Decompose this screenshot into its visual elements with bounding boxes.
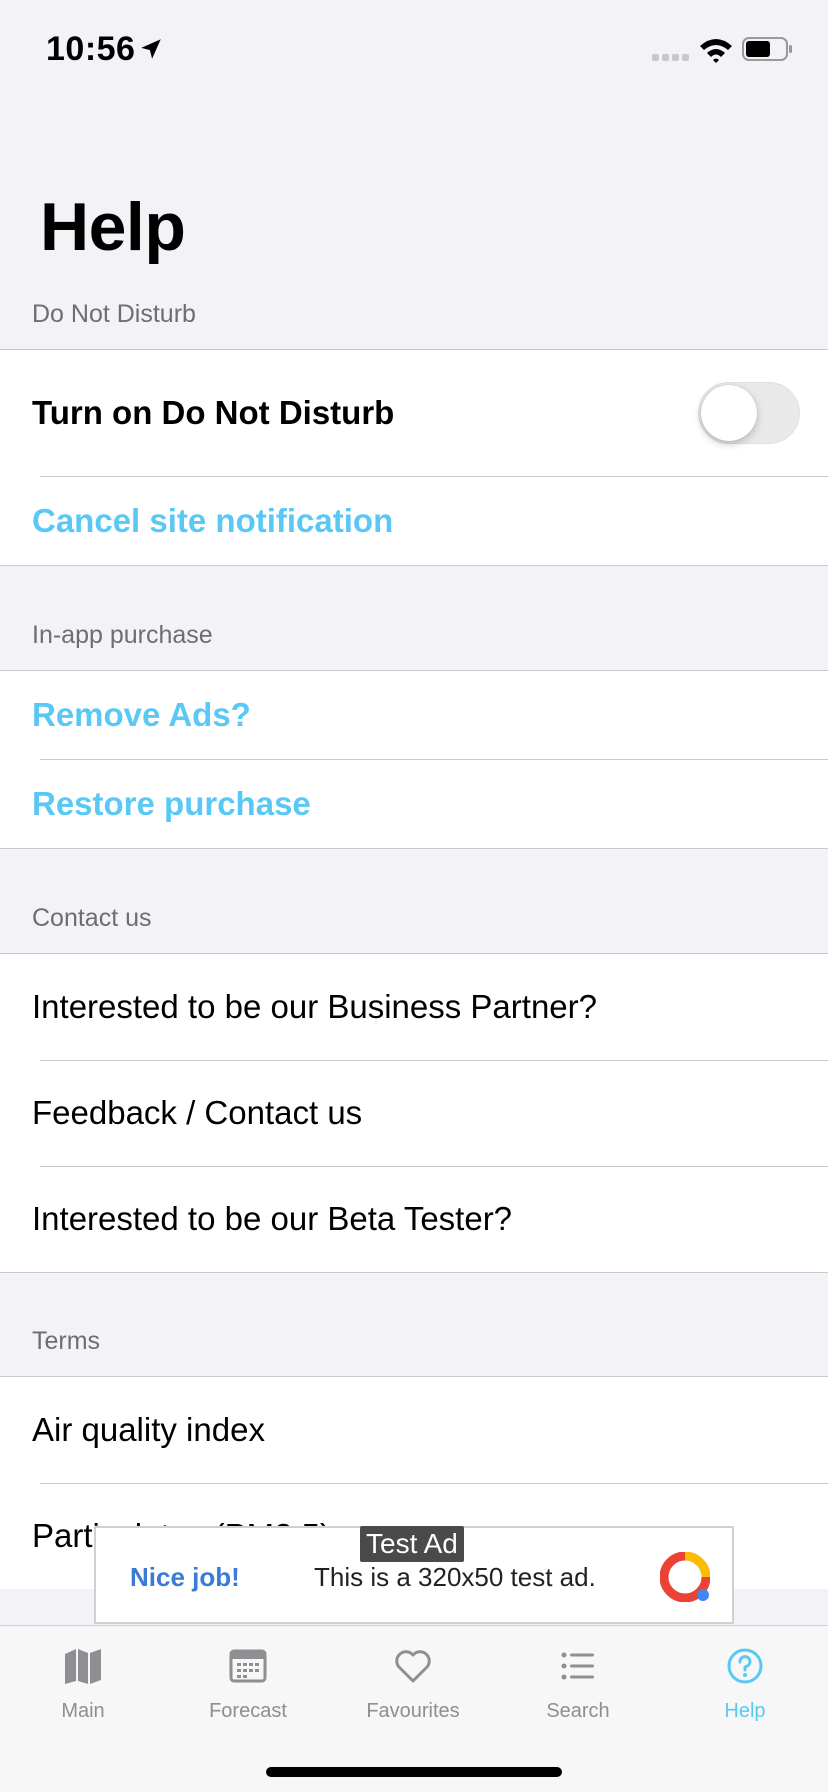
tab-main[interactable]: Main	[0, 1626, 166, 1736]
heart-icon	[395, 1650, 431, 1683]
map-icon	[65, 1649, 101, 1684]
toggle-knob	[701, 385, 757, 441]
contact-group: Interested to be our Business Partner? F…	[0, 953, 828, 1273]
contact-item-label: Interested to be our Beta Tester?	[32, 1200, 513, 1237]
location-arrow-icon	[141, 39, 161, 59]
help-screen: 10:56 Help Do Not Disturb Turn on Do Not…	[0, 0, 828, 1792]
question-icon	[727, 1648, 763, 1684]
status-time: 10:56	[46, 30, 136, 68]
dnd-toggle-row: Turn on Do Not Disturb	[0, 350, 828, 476]
section-header-contact: Contact us	[32, 904, 152, 932]
wifi-icon	[700, 39, 732, 63]
tab-search[interactable]: Search	[495, 1626, 661, 1736]
tab-label: Forecast	[209, 1700, 287, 1722]
cellular-signal-icon	[652, 54, 689, 61]
tab-favourites[interactable]: Favourites	[330, 1626, 496, 1736]
section-header-dnd: Do Not Disturb	[32, 300, 196, 328]
remove-ads-button[interactable]: Remove Ads?	[0, 671, 828, 759]
dnd-group: Turn on Do Not Disturb Cancel site notif…	[0, 349, 828, 566]
tab-label: Main	[61, 1700, 105, 1722]
calendar-icon	[229, 1649, 267, 1683]
remove-ads-label: Remove Ads?	[32, 696, 251, 733]
ad-banner[interactable]: Nice job! This is a 320x50 test ad. Test…	[94, 1526, 734, 1624]
contact-item-label: Feedback / Contact us	[32, 1094, 363, 1131]
contact-item-business-partner[interactable]: Interested to be our Business Partner?	[0, 954, 828, 1060]
dnd-toggle-switch[interactable]	[698, 382, 800, 444]
contact-item-label: Interested to be our Business Partner?	[32, 988, 597, 1025]
tab-label: Help	[724, 1700, 766, 1722]
status-bar: 10:56	[0, 0, 828, 100]
section-header-iap: In-app purchase	[32, 621, 213, 649]
section-header-terms: Terms	[32, 1327, 101, 1355]
battery-icon	[742, 37, 792, 61]
restore-purchase-button[interactable]: Restore purchase	[0, 759, 828, 848]
restore-purchase-label: Restore purchase	[32, 784, 311, 822]
contact-item-feedback[interactable]: Feedback / Contact us	[0, 1060, 828, 1166]
tab-label: Search	[546, 1700, 610, 1722]
terms-item-aqi[interactable]: Air quality index	[0, 1377, 828, 1483]
contact-item-beta-tester[interactable]: Interested to be our Beta Tester?	[0, 1166, 828, 1272]
test-ad-badge: Test Ad	[360, 1526, 464, 1562]
dnd-toggle-label: Turn on Do Not Disturb	[32, 394, 395, 431]
cancel-site-notification-label: Cancel site notification	[32, 501, 394, 539]
iap-group: Remove Ads? Restore purchase	[0, 670, 828, 849]
ad-nice-job-label: Nice job!	[130, 1562, 240, 1592]
page-title: Help	[40, 189, 186, 265]
home-indicator[interactable]	[266, 1767, 562, 1777]
cancel-site-notification-button[interactable]: Cancel site notification	[0, 476, 828, 565]
tab-label: Favourites	[366, 1700, 460, 1722]
terms-item-label: Air quality index	[32, 1411, 265, 1448]
list-icon	[561, 1652, 594, 1680]
tab-help[interactable]: Help	[662, 1626, 828, 1736]
ad-text: This is a 320x50 test ad.	[314, 1562, 596, 1592]
tab-forecast[interactable]: Forecast	[165, 1626, 331, 1736]
ad-logo-icon	[660, 1552, 710, 1602]
